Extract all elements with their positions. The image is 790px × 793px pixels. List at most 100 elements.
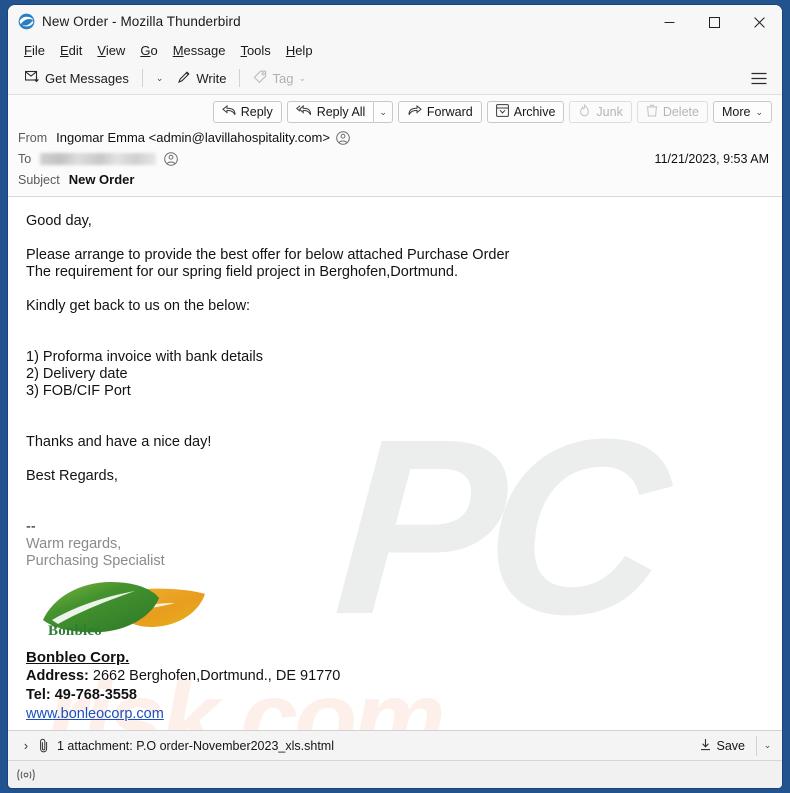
chevron-down-icon: ⌄ [763, 740, 772, 750]
menu-message-label: M [172, 43, 184, 58]
tel-label: Tel: [26, 687, 51, 703]
company-tel-line: Tel: 49-768-3558 [26, 686, 764, 705]
to-value-redacted [40, 152, 157, 165]
body-line: Thanks and have a nice day! [26, 434, 212, 450]
reply-all-dropdown[interactable]: ⌄ [374, 101, 393, 123]
get-messages-label: Get Messages [45, 70, 129, 86]
reply-all-button[interactable]: Reply All [286, 101, 375, 123]
junk-label: Junk [596, 105, 623, 119]
app-menu-button[interactable] [746, 66, 772, 91]
tag-button[interactable]: Tag ⌄ [246, 66, 313, 91]
to-label: To [18, 151, 32, 166]
archive-box-icon [495, 104, 509, 120]
forward-button[interactable]: Forward [397, 101, 482, 123]
tel-value: 49-768-3558 [54, 687, 137, 703]
company-name-line: Bonbleo Corp. [26, 648, 764, 667]
menu-edit[interactable]: Edit [53, 41, 89, 60]
header-row-subject: Subject New Order [8, 169, 782, 190]
junk-button[interactable]: Junk [569, 101, 632, 123]
more-button[interactable]: More ⌄ [712, 101, 772, 123]
company-website-link[interactable]: www.bonleocorp.com [26, 706, 164, 722]
reply-all-arrows-icon [295, 104, 312, 119]
reply-all-group: Reply All ⌄ [286, 101, 393, 123]
logo-wordmark: Bonbleo [48, 623, 102, 639]
menu-message[interactable]: Message [166, 41, 233, 60]
download-icon [699, 738, 712, 754]
get-messages-button[interactable]: Get Messages [18, 66, 136, 91]
chevron-down-icon: ⌄ [755, 106, 763, 117]
envelope-download-icon [24, 70, 40, 86]
header-row-to: To 11/21/2023, 9:53 AM [8, 148, 782, 169]
bonbleo-logo: Bonbleo [31, 576, 231, 646]
body-line: Good day, [26, 213, 92, 229]
message-date: 11/21/2023, 9:53 AM [654, 151, 769, 166]
delete-button[interactable]: Delete [636, 101, 708, 123]
menu-view[interactable]: View [90, 41, 132, 60]
signature-separator: -- [26, 519, 36, 535]
body-line: 1) Proforma invoice with bank details [26, 349, 263, 365]
forward-label: Forward [426, 105, 473, 119]
menu-help[interactable]: Help [279, 41, 320, 60]
more-label: More [721, 105, 751, 119]
menu-file-label: F [24, 43, 32, 58]
menu-help-label: H [285, 43, 296, 58]
body-line: Best Regards, [26, 468, 118, 484]
reply-label: Reply [240, 105, 273, 119]
window-title: New Order - Mozilla Thunderbird [42, 14, 241, 29]
forward-arrow-icon [407, 104, 422, 119]
window-controls [647, 5, 782, 39]
menu-message-rest: essage [183, 43, 226, 58]
body-line: 2) Delivery date [26, 366, 128, 382]
online-status-icon[interactable] [16, 768, 36, 782]
from-value[interactable]: Ingomar Emma <admin@lavillahospitality.c… [56, 130, 330, 145]
toolbar-separator-1 [141, 69, 143, 87]
from-label: From [18, 130, 48, 145]
status-bar [8, 760, 782, 788]
menu-go[interactable]: Go [133, 41, 164, 60]
get-messages-dropdown[interactable]: ⌄ [149, 66, 171, 91]
thunderbird-icon [18, 13, 35, 30]
message-body-pane[interactable]: PC risk.com Good day, Please arrange to … [8, 197, 782, 730]
chevron-down-icon: ⌄ [155, 72, 164, 83]
reply-button[interactable]: Reply [212, 101, 282, 123]
attachment-label[interactable]: 1 attachment: P.O order-November2023_xls… [57, 739, 334, 753]
tag-icon [253, 70, 267, 87]
subject-label: Subject [18, 172, 60, 187]
attachment-save-dropdown[interactable]: ⌄ [756, 735, 778, 756]
close-button[interactable] [737, 5, 782, 39]
attachment-save-button[interactable]: Save [692, 736, 753, 756]
archive-button[interactable]: Archive [486, 101, 565, 123]
menu-view-rest: iew [105, 43, 126, 58]
maximize-button[interactable] [692, 5, 737, 39]
company-address-line: Address: 2662 Berghofen,Dortmund., DE 91… [26, 667, 764, 686]
chevron-right-icon[interactable]: › [18, 739, 34, 753]
message-header: Reply Reply All ⌄ Forward Archive Junk D… [8, 95, 782, 197]
body-line: Kindly get back to us on the below: [26, 298, 251, 314]
menu-tools[interactable]: Tools [233, 41, 277, 60]
trash-icon [646, 104, 658, 120]
menu-file[interactable]: File [17, 41, 52, 60]
minimize-button[interactable] [647, 5, 692, 39]
archive-label: Archive [513, 105, 556, 119]
menu-go-rest: o [150, 43, 158, 58]
chevron-down-icon: ⌄ [379, 106, 387, 117]
signature-line: Purchasing Specialist [26, 553, 165, 569]
desktop-background: New Order - Mozilla Thunderbird File Edi… [0, 0, 790, 793]
write-button[interactable]: Write [170, 66, 233, 91]
address-value: 2662 Berghofen,Dortmund., DE 91770 [92, 668, 341, 684]
body-line: Please arrange to provide the best offer… [26, 247, 510, 263]
add-contact-icon[interactable] [164, 151, 179, 166]
attachment-bar: › 1 attachment: P.O order-November2023_x… [8, 730, 782, 760]
thunderbird-window: New Order - Mozilla Thunderbird File Edi… [8, 5, 782, 788]
junk-flame-icon [578, 103, 591, 120]
add-contact-icon[interactable] [336, 130, 350, 145]
body-line: The requirement for our spring field pro… [26, 264, 458, 280]
menu-help-rest: elp [295, 43, 313, 58]
